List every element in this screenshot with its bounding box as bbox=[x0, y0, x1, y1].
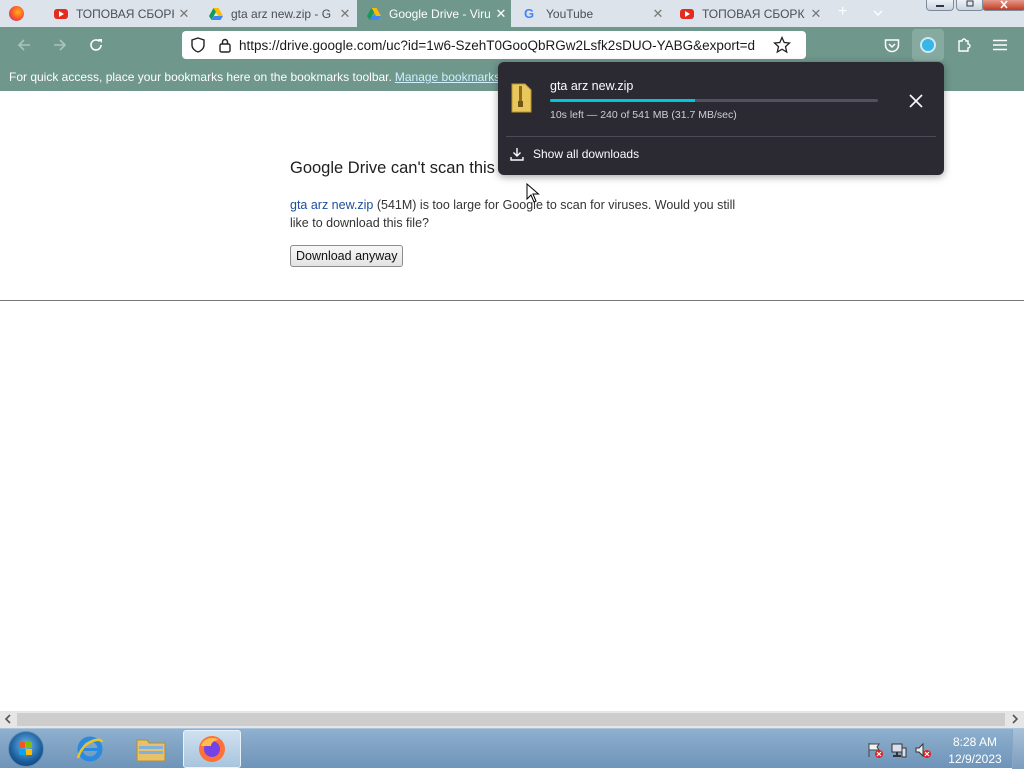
download-status: 10s left — 240 of 541 MB (31.7 MB/sec) bbox=[550, 109, 737, 121]
file-explorer-taskbar-button[interactable] bbox=[122, 730, 180, 768]
clock-date[interactable]: 12/9/2023 bbox=[944, 752, 1006, 766]
internet-explorer-taskbar-button[interactable] bbox=[61, 730, 119, 768]
tab-title: ТОПОВАЯ СБОРК bbox=[76, 6, 174, 21]
tab-4[interactable]: G YouTube ✕ bbox=[514, 0, 668, 27]
taskbar: 8:28 AM 12/9/2023 bbox=[0, 728, 1024, 769]
horizontal-scrollbar[interactable] bbox=[0, 711, 1024, 728]
download-progress-fill bbox=[550, 99, 696, 102]
scroll-left-arrow-icon[interactable] bbox=[3, 714, 13, 725]
tab-2[interactable]: gta arz new.zip - G ✕ bbox=[199, 0, 355, 27]
app-menu-button[interactable] bbox=[988, 33, 1012, 57]
tab-5[interactable]: ТОПОВАЯ СБОРК ✕ bbox=[670, 0, 826, 27]
tab-close-icon[interactable]: ✕ bbox=[806, 6, 826, 22]
downloads-panel: gta arz new.zip 10s left — 240 of 541 MB… bbox=[498, 62, 944, 175]
window-minimize-button[interactable] bbox=[926, 0, 954, 11]
tab-close-icon[interactable]: ✕ bbox=[174, 6, 194, 22]
network-icon[interactable] bbox=[890, 741, 908, 759]
windows-logo-icon bbox=[19, 742, 32, 755]
window-restore-button[interactable] bbox=[956, 0, 984, 11]
zip-file-icon bbox=[511, 83, 532, 113]
tab-strip: ТОПОВАЯ СБОРК ✕ gta arz new.zip - G ✕ Go… bbox=[0, 0, 1024, 27]
panel-separator bbox=[506, 136, 936, 137]
google-drive-icon bbox=[209, 7, 223, 20]
bookmark-star-icon[interactable] bbox=[773, 36, 791, 54]
extensions-button[interactable] bbox=[952, 33, 976, 57]
youtube-icon bbox=[680, 8, 694, 19]
firefox-menu-icon[interactable] bbox=[9, 6, 24, 21]
pocket-button[interactable] bbox=[880, 33, 904, 57]
back-arrow-icon bbox=[17, 39, 30, 51]
download-progress-icon bbox=[920, 37, 936, 53]
pocket-icon bbox=[884, 38, 900, 52]
forward-button[interactable] bbox=[48, 33, 72, 57]
tab-close-icon[interactable]: ✕ bbox=[491, 6, 511, 22]
tab-title: Google Drive - Viru bbox=[389, 6, 491, 21]
file-name-link[interactable]: gta arz new.zip bbox=[290, 198, 373, 212]
tab-3-active[interactable]: Google Drive - Viru ✕ bbox=[357, 0, 511, 27]
page-content: Google Drive can't scan this file for vi… bbox=[0, 91, 1024, 711]
bookmarks-hint-text: For quick access, place your bookmarks h… bbox=[9, 70, 392, 84]
tab-close-icon[interactable]: ✕ bbox=[335, 6, 355, 22]
clock-time[interactable]: 8:28 AM bbox=[948, 735, 1002, 749]
show-all-downloads-button[interactable]: Show all downloads bbox=[510, 144, 639, 164]
divider bbox=[0, 300, 1024, 301]
start-button[interactable] bbox=[8, 731, 44, 767]
tab-close-icon[interactable]: ✕ bbox=[648, 6, 668, 22]
navigation-toolbar: https://drive.google.com/uc?id=1w6-SzehT… bbox=[0, 27, 1024, 63]
volume-muted-icon[interactable] bbox=[914, 741, 932, 759]
download-anyway-button[interactable]: Download anyway bbox=[290, 245, 404, 267]
hamburger-menu-icon bbox=[993, 39, 1007, 51]
reload-icon bbox=[90, 39, 102, 51]
google-drive-icon bbox=[367, 7, 381, 20]
tab-title: ТОПОВАЯ СБОРК bbox=[702, 6, 805, 21]
close-icon bbox=[909, 94, 923, 108]
tab-title: gta arz new.zip - G bbox=[231, 6, 332, 21]
reload-button[interactable] bbox=[84, 33, 108, 57]
address-bar[interactable]: https://drive.google.com/uc?id=1w6-SzehT… bbox=[182, 31, 806, 59]
tracking-protection-shield-icon[interactable] bbox=[191, 37, 205, 53]
virus-scan-warning: gta arz new.zip (541M) is too large for … bbox=[290, 196, 750, 232]
show-all-downloads-label: Show all downloads bbox=[533, 147, 640, 161]
download-progress-bar bbox=[550, 99, 878, 102]
show-desktop-button[interactable] bbox=[1012, 729, 1024, 769]
scroll-right-arrow-icon[interactable] bbox=[1010, 714, 1020, 725]
action-center-flag-icon[interactable] bbox=[866, 741, 884, 759]
back-button[interactable] bbox=[12, 33, 36, 57]
scrollbar-thumb[interactable] bbox=[17, 713, 1005, 726]
folder-icon bbox=[136, 739, 166, 762]
firefox-icon bbox=[199, 736, 225, 762]
download-icon bbox=[510, 148, 524, 161]
forward-arrow-icon bbox=[54, 39, 67, 51]
url-text[interactable]: https://drive.google.com/uc?id=1w6-SzehT… bbox=[239, 38, 767, 53]
firefox-taskbar-button[interactable] bbox=[183, 730, 241, 768]
cancel-download-button[interactable] bbox=[904, 89, 928, 113]
internet-explorer-icon bbox=[76, 736, 104, 762]
mouse-cursor-icon bbox=[526, 183, 540, 203]
window-close-button[interactable] bbox=[982, 0, 1024, 11]
tab-title: YouTube bbox=[546, 6, 594, 21]
tab-1[interactable]: ТОПОВАЯ СБОРК ✕ bbox=[44, 0, 194, 27]
puzzle-icon bbox=[958, 38, 971, 52]
download-filename[interactable]: gta arz new.zip bbox=[550, 79, 633, 93]
new-tab-button[interactable]: + bbox=[838, 3, 847, 21]
lock-icon[interactable] bbox=[219, 38, 231, 53]
google-icon: G bbox=[524, 5, 535, 21]
manage-bookmarks-link[interactable]: Manage bookmarks bbox=[395, 70, 500, 84]
downloads-button[interactable] bbox=[912, 29, 944, 61]
youtube-icon bbox=[54, 8, 68, 19]
list-all-tabs-icon[interactable] bbox=[872, 4, 884, 16]
